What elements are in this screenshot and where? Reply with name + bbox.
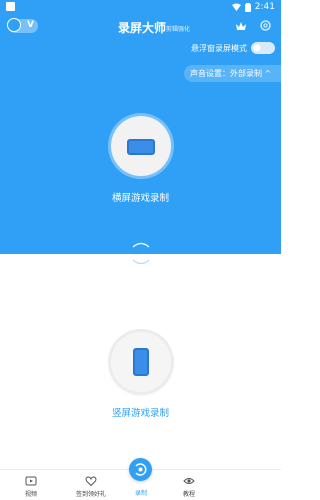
notification-icon [6,2,15,11]
video-icon [25,476,37,486]
nav-label-record[interactable]: 录制 [113,488,169,497]
status-time: 2:41 [254,2,275,12]
audio-setting-button[interactable]: 声音设置：外部录制 ^ [184,65,284,82]
float-mode-row: 悬浮窗录屏模式 [0,42,281,55]
float-mode-toggle[interactable] [251,42,275,54]
chevron-down-icon[interactable] [132,258,150,266]
portrait-phone-icon [133,348,149,376]
nav-item-video[interactable]: 视频 [3,470,59,500]
app-title: 录屏大师 [118,21,167,35]
landscape-phone-icon [127,139,155,155]
float-mode-label: 悬浮窗录屏模式 [191,44,247,53]
portrait-record-button[interactable] [111,332,171,392]
nav-label-tutorial: 教程 [182,491,195,498]
landscape-label[interactable]: 横屏游戏录制 [0,190,281,204]
gear-icon[interactable] [259,19,272,32]
toggle-knob [253,44,261,52]
eye-icon [183,478,195,484]
user-vip-button[interactable]: V [7,18,38,33]
app-subtitle: 剪辑强化 [166,26,191,33]
user-avatar-icon [7,18,21,32]
heart-icon [85,476,97,487]
status-bar: 2:41 [0,0,281,14]
wifi-icon [231,3,241,11]
record-icon [135,463,147,476]
crown-icon[interactable] [235,20,247,32]
portrait-label[interactable]: 竖屏游戏录制 [0,405,281,419]
chevron-up-icon[interactable] [132,241,150,249]
nav-item-record[interactable] [129,458,152,481]
battery-icon [244,2,251,12]
nav-label-video: 视频 [24,491,37,498]
nav-item-tutorial[interactable]: 教程 [161,470,217,500]
app-bar: V 录屏大师 剪辑强化 [0,16,281,40]
top-panel: 2:41 V 录屏大师 剪辑强化 悬浮窗录屏模式 声音设置：外部录制 ^ 横屏游… [0,0,284,254]
vip-mark: V [27,20,34,30]
nav-item-checkin[interactable]: 签到领好礼 [63,470,119,500]
landscape-record-button[interactable] [111,116,171,176]
status-right: 2:41 [231,0,275,14]
nav-label-checkin: 签到领好礼 [75,491,106,498]
